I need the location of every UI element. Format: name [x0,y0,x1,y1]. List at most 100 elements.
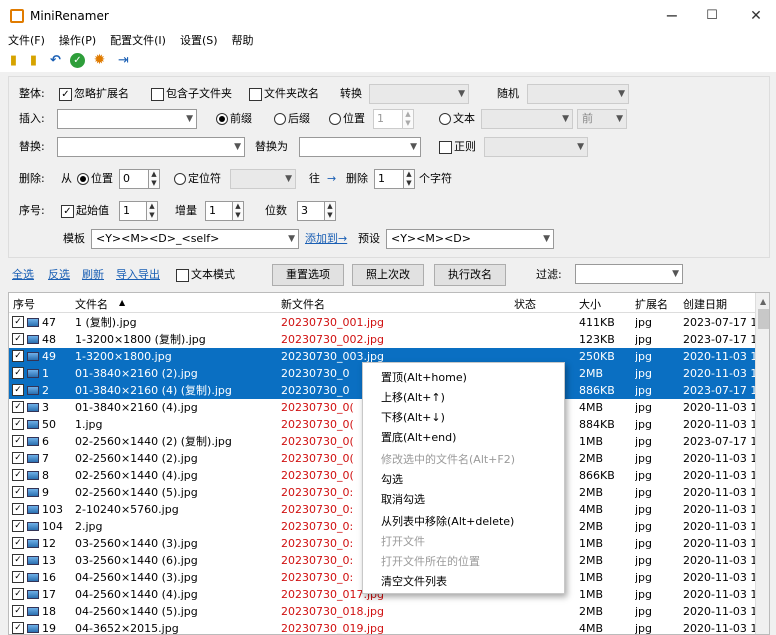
row-checkbox[interactable]: ✓ [12,401,24,413]
position-radio[interactable] [329,113,341,125]
scroll-up-icon[interactable]: ▲ [760,297,766,306]
row-checkbox[interactable]: ✓ [12,384,24,396]
row-checkbox[interactable]: ✓ [12,605,24,617]
row-checkbox[interactable]: ✓ [12,486,24,498]
table-row[interactable]: ✓ 47 1 (复制).jpg 20230730_001.jpg 411KB jpg 202… [9,314,755,331]
delete-position-radio[interactable] [77,173,89,185]
table-row[interactable]: ✓ 18 04-2560×1440 (5).jpg 20230730_018.jpg 2… [9,603,755,620]
insert-position-input[interactable]: 1 [373,109,403,129]
undo-icon[interactable]: ↶ [48,53,63,68]
delete-position-input[interactable]: 0 [119,169,149,189]
menu-file[interactable]: 文件(F) [0,32,51,50]
refresh-link[interactable]: 刷新 [82,266,104,284]
filter-select[interactable]: ▼ [575,264,683,284]
context-menu-item[interactable]: 下移(Alt+↓) [381,409,445,425]
digits-spinner[interactable]: ▲ ▼ [324,201,336,221]
table-row[interactable]: ✓ 19 04-3652×2015.jpg 20230730_019.jpg 4MB jp… [9,620,755,634]
preset-select[interactable]: <Y><M><D> ▼ [386,229,554,249]
col-newname[interactable]: 新文件名 [281,296,325,312]
gear-icon[interactable]: ✹ [92,53,107,68]
col-seq[interactable]: 序号 [13,296,35,312]
text-select[interactable]: ▼ [481,109,573,129]
row-checkbox[interactable]: ✓ [12,452,24,464]
row-checkbox[interactable]: ✓ [12,367,24,379]
menu-operation[interactable]: 操作(P) [51,32,102,50]
context-menu-item[interactable]: 勾选 [381,471,403,487]
regex-select[interactable]: ▼ [484,137,588,157]
reset-options-button[interactable]: 重置选项 [272,264,344,286]
front-select[interactable]: 前 ▼ [577,109,627,129]
row-checkbox[interactable]: ✓ [12,537,24,549]
replace-find-select[interactable]: ▼ [57,137,245,157]
row-checkbox[interactable]: ✓ [12,520,24,532]
row-checkbox[interactable]: ✓ [12,503,24,515]
menu-settings[interactable]: 设置(S) [172,32,224,50]
delete-position-spinner[interactable]: ▲ ▼ [148,169,160,189]
row-checkbox[interactable]: ✓ [12,571,24,583]
delete-count-spinner[interactable]: ▲ ▼ [403,169,415,189]
step-input[interactable]: 1 [205,201,233,221]
row-checkbox[interactable]: ✓ [12,469,24,481]
regex-checkbox[interactable] [439,141,452,154]
select-all-link[interactable]: 全选 [12,266,34,284]
insert-position-spinner[interactable]: ▲ ▼ [402,109,414,129]
delete-count-input[interactable]: 1 [374,169,404,189]
row-checkbox[interactable]: ✓ [12,350,24,362]
start-spinner[interactable]: ▲ ▼ [146,201,158,221]
suffix-radio[interactable] [274,113,286,125]
step-spinner[interactable]: ▲ ▼ [232,201,244,221]
text-radio[interactable] [439,113,451,125]
add-to-link[interactable]: 添加到→ [305,230,347,248]
col-date[interactable]: 创建日期 [683,296,727,312]
locator-radio[interactable] [174,173,186,185]
paste-icon[interactable]: ▮ [26,53,41,68]
row-checkbox[interactable]: ✓ [12,435,24,447]
prefix-radio[interactable] [216,113,228,125]
random-select[interactable]: ▼ [527,84,629,104]
menu-help[interactable]: 帮助 [224,32,260,50]
replace-with-select[interactable]: ▼ [299,137,421,157]
ignore-ext-checkbox[interactable]: ✓ [59,88,72,101]
row-checkbox[interactable]: ✓ [12,333,24,345]
pin-icon[interactable]: ⇥ [116,53,131,68]
direction-arrow[interactable]: → [327,170,336,188]
close-button[interactable]: ✕ [736,4,776,28]
col-ext[interactable]: 扩展名 [635,296,668,312]
vertical-scrollbar[interactable]: ▲ [755,293,769,634]
import-export-link[interactable]: 导入导出 [116,266,160,284]
digits-input[interactable]: 3 [297,201,325,221]
context-menu-item[interactable]: 取消勾选 [381,491,425,507]
start-checkbox[interactable]: ✓ [61,205,74,218]
row-checkbox[interactable]: ✓ [12,588,24,600]
row-checkbox[interactable]: ✓ [12,418,24,430]
col-size[interactable]: 大小 [579,296,601,312]
execute-rename-button[interactable]: 执行改名 [434,264,506,286]
context-menu-item[interactable]: 上移(Alt+↑) [381,389,445,405]
check-icon[interactable]: ✓ [70,53,85,68]
context-menu-item[interactable]: 从列表中移除(Alt+delete) [381,513,514,529]
insert-text-select[interactable]: ▼ [57,109,197,129]
minimize-button[interactable]: − [652,4,692,28]
text-mode-checkbox[interactable] [176,269,189,282]
context-menu-item[interactable]: 清空文件列表 [381,573,447,589]
menu-config[interactable]: 配置文件(I) [102,32,172,50]
copy-icon[interactable]: ▮ [6,53,21,68]
start-input[interactable]: 1 [119,201,147,221]
row-checkbox[interactable]: ✓ [12,316,24,328]
context-menu-item[interactable]: 置顶(Alt+home) [381,369,467,385]
maximize-button[interactable]: ☐ [692,4,732,28]
context-menu-item[interactable]: 置底(Alt+end) [381,429,456,445]
locator-select[interactable]: ▼ [230,169,296,189]
col-filename[interactable]: 文件名 [75,296,108,312]
table-row[interactable]: ✓ 48 1-3200×1800 (复制).jpg 20230730_002.jpg 1… [9,331,755,348]
template-select[interactable]: <Y><M><D>_<self> ▼ [91,229,299,249]
row-checkbox[interactable]: ✓ [12,622,24,634]
col-status[interactable]: 状态 [514,296,536,312]
scroll-thumb[interactable] [758,309,769,329]
last-change-button[interactable]: 照上次改 [352,264,424,286]
convert-select[interactable]: ▼ [369,84,469,104]
folder-rename-checkbox[interactable] [249,88,262,101]
row-checkbox[interactable]: ✓ [12,554,24,566]
invert-link[interactable]: 反选 [48,266,70,284]
include-sub-checkbox[interactable] [151,88,164,101]
